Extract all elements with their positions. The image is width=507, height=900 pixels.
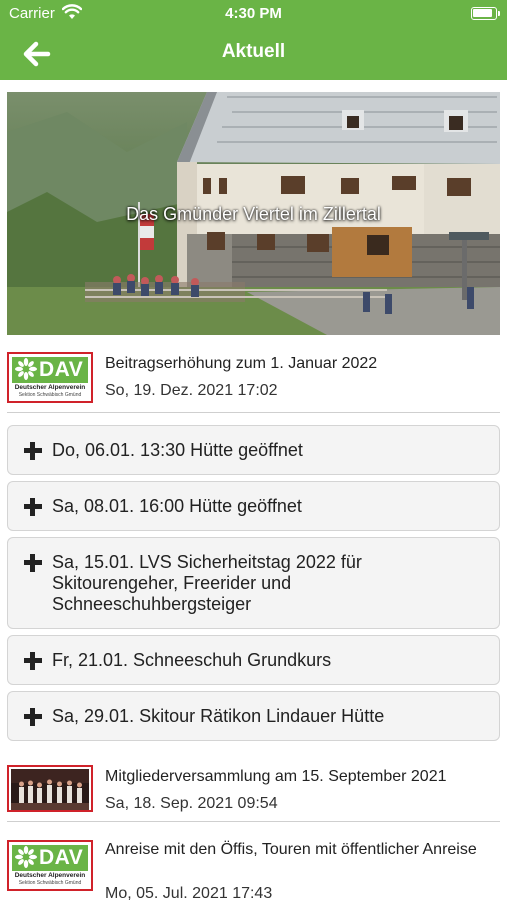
news-headline: Anreise mit den Öffis, Touren mit öffent… [105,841,477,858]
news-date: Sa, 18. Sep. 2021 09:54 [105,795,278,812]
event-item[interactable]: Fr, 21.01. Schneeschuh Grundkurs [7,635,500,685]
event-label: Do, 06.01. 13:30 Hütte geöffnet [52,440,303,460]
news-item[interactable]: Mitgliederversammlung am 15. September 2… [0,765,507,823]
page-title: Aktuell [221,41,286,62]
event-item[interactable]: Sa, 08.01. 16:00 Hütte geöffnet [7,481,500,531]
plus-icon [24,652,42,670]
dav-logo-thumbnail: DAV Deutscher Alpenverein Sektion Schwäb… [7,352,93,403]
news-item[interactable]: DAV Deutscher Alpenverein Sektion Schwäb… [0,352,507,414]
event-item[interactable]: Sa, 15.01. LVS Sicherheitstag 2022 für S… [7,537,500,629]
event-item[interactable]: Sa, 29.01. Skitour Rätikon Lindauer Hütt… [7,691,500,741]
photo-thumbnail [7,765,93,812]
news-headline: Beitragserhöhung zum 1. Januar 2022 [105,355,378,372]
edelweiss-icon [15,846,37,868]
plus-icon [24,708,42,726]
news-headline: Mitgliederversammlung am 15. September 2… [105,768,447,785]
dav-logo: DAV Deutscher Alpenverein Sektion Schwäb… [12,845,88,887]
dav-logo-thumbnail: DAV Deutscher Alpenverein Sektion Schwäb… [7,840,93,891]
dav-logo: DAV Deutscher Alpenverein Sektion Schwäb… [12,357,88,399]
plus-icon [24,442,42,460]
news-item[interactable]: DAV Deutscher Alpenverein Sektion Schwäb… [0,840,507,900]
divider [7,412,500,413]
status-bar: Carrier 4:30 PM [0,0,507,28]
event-label: Sa, 29.01. Skitour Rätikon Lindauer Hütt… [52,706,385,726]
news-date: So, 19. Dez. 2021 17:02 [105,382,278,399]
navigation-bar: Aktuell [0,28,507,80]
hero-banner[interactable]: Das Gmünder Viertel im Zillertal [7,92,500,335]
event-label: Sa, 08.01. 16:00 Hütte geöffnet [52,496,302,516]
divider [7,821,500,822]
news-date: Mo, 05. Jul. 2021 17:43 [105,885,273,900]
event-item[interactable]: Do, 06.01. 13:30 Hütte geöffnet [7,425,500,475]
event-label: Fr, 21.01. Schneeschuh Grundkurs [52,650,332,670]
assembly-photo [11,769,89,810]
battery-icon [471,7,500,20]
hero-caption: Das Gmünder Viertel im Zillertal [126,204,381,224]
plus-icon [24,554,42,572]
plus-icon [24,498,42,516]
edelweiss-icon [15,358,37,380]
event-label: Sa, 15.01. LVS Sicherheitstag 2022 für S… [52,552,362,614]
news-feed[interactable]: Das Gmünder Viertel im Zillertal DAV Deu… [0,80,507,900]
clock: 4:30 PM [225,5,282,22]
